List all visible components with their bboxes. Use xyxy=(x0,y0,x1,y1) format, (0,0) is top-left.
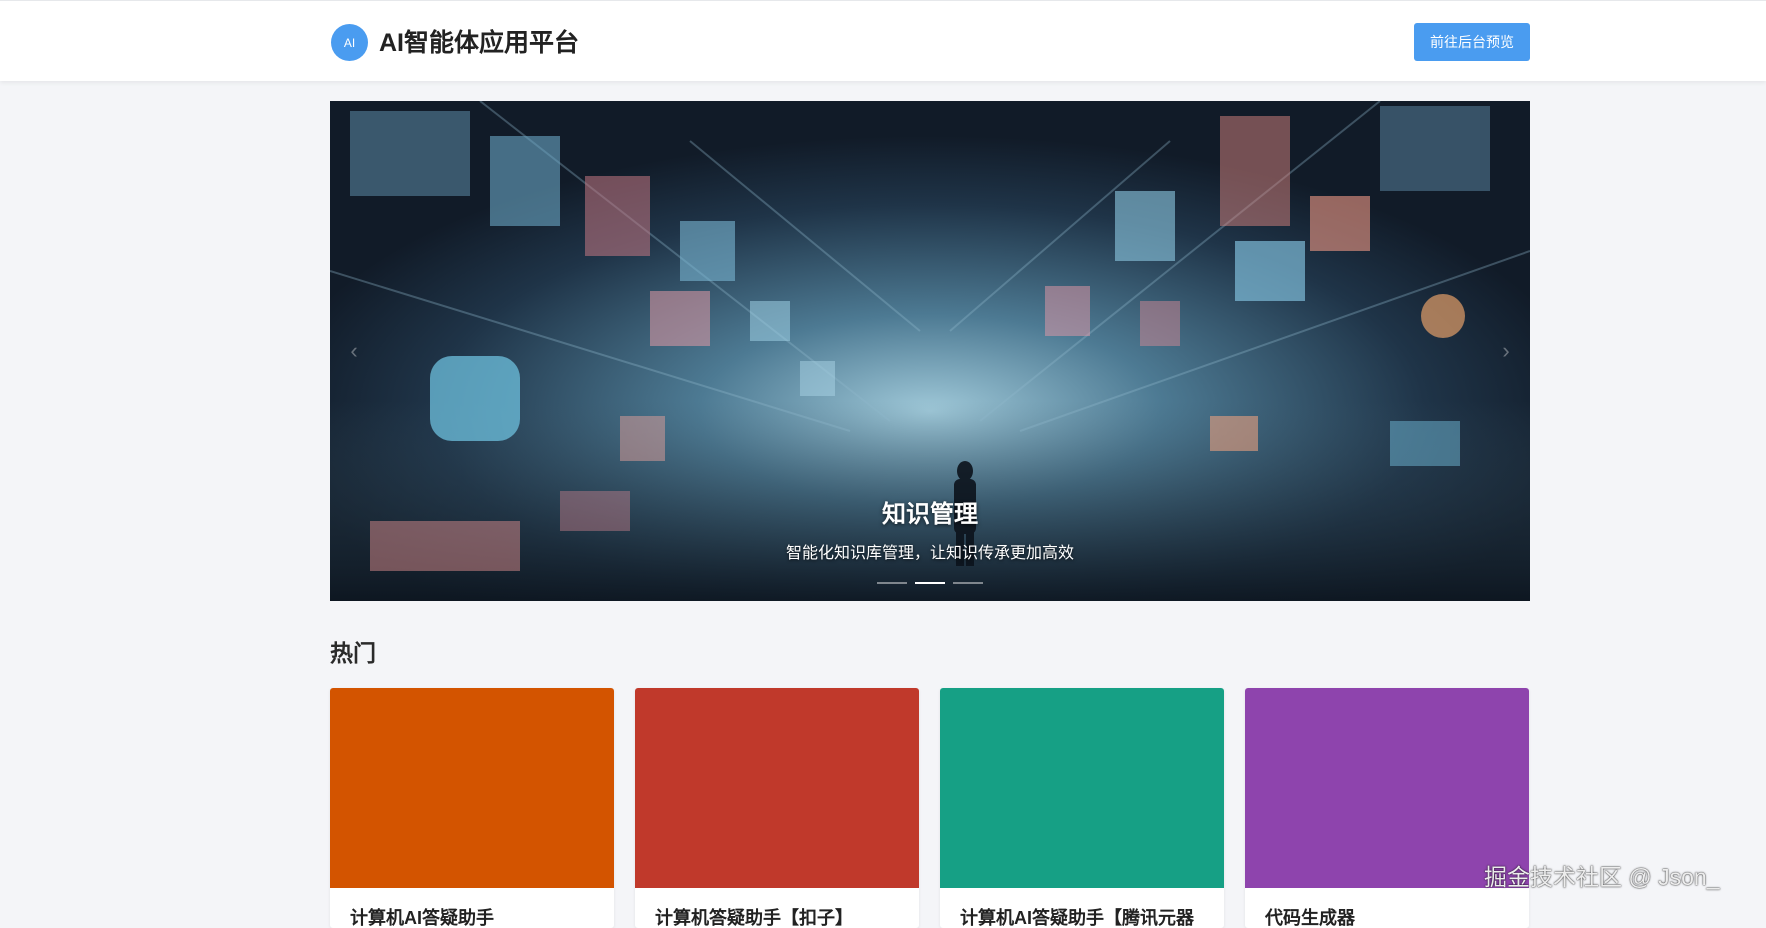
card-title: 计算机AI答疑助手【腾讯元器 xyxy=(960,908,1194,928)
app-title[interactable]: AI智能体应用平台 xyxy=(379,26,579,60)
carousel-indicator[interactable] xyxy=(953,582,983,584)
card-cover-image xyxy=(635,688,919,888)
admin-preview-button[interactable]: 前往后台预览 xyxy=(1414,23,1530,61)
hot-section-title: 热门 xyxy=(330,640,376,666)
agent-card[interactable]: 计算机答疑助手【扣子】 xyxy=(635,688,919,928)
top-header: AI AI智能体应用平台 前往后台预览 xyxy=(0,0,1766,81)
carousel-next-arrow-icon[interactable]: › xyxy=(1492,337,1520,365)
agent-card[interactable]: 计算机AI答疑助手【腾讯元器 xyxy=(940,688,1224,928)
agent-card[interactable]: 计算机AI答疑助手 xyxy=(330,688,614,928)
card-cover-image xyxy=(940,688,1224,888)
carousel-prev-arrow-icon[interactable]: ‹ xyxy=(340,337,368,365)
agent-card[interactable]: 代码生成器 xyxy=(1245,688,1529,928)
logo-icon[interactable]: AI xyxy=(331,24,368,61)
card-title: 计算机AI答疑助手 xyxy=(350,908,494,928)
hero-carousel[interactable]: ‹ › 知识管理 智能化知识库管理，让知识传承更加高效 xyxy=(330,101,1530,601)
slide-description: 智能化知识库管理，让知识传承更加高效 xyxy=(785,545,1074,562)
card-title: 代码生成器 xyxy=(1265,908,1355,928)
carousel-indicator[interactable] xyxy=(877,582,907,584)
card-title: 计算机答疑助手【扣子】 xyxy=(655,908,853,928)
card-cover-image xyxy=(330,688,614,888)
carousel-indicator[interactable] xyxy=(915,582,945,584)
slide-title: 知识管理 xyxy=(882,501,978,528)
carousel-indicators xyxy=(330,582,1530,584)
watermark-text: 掘金技术社区 @ Json_ xyxy=(1484,864,1720,890)
